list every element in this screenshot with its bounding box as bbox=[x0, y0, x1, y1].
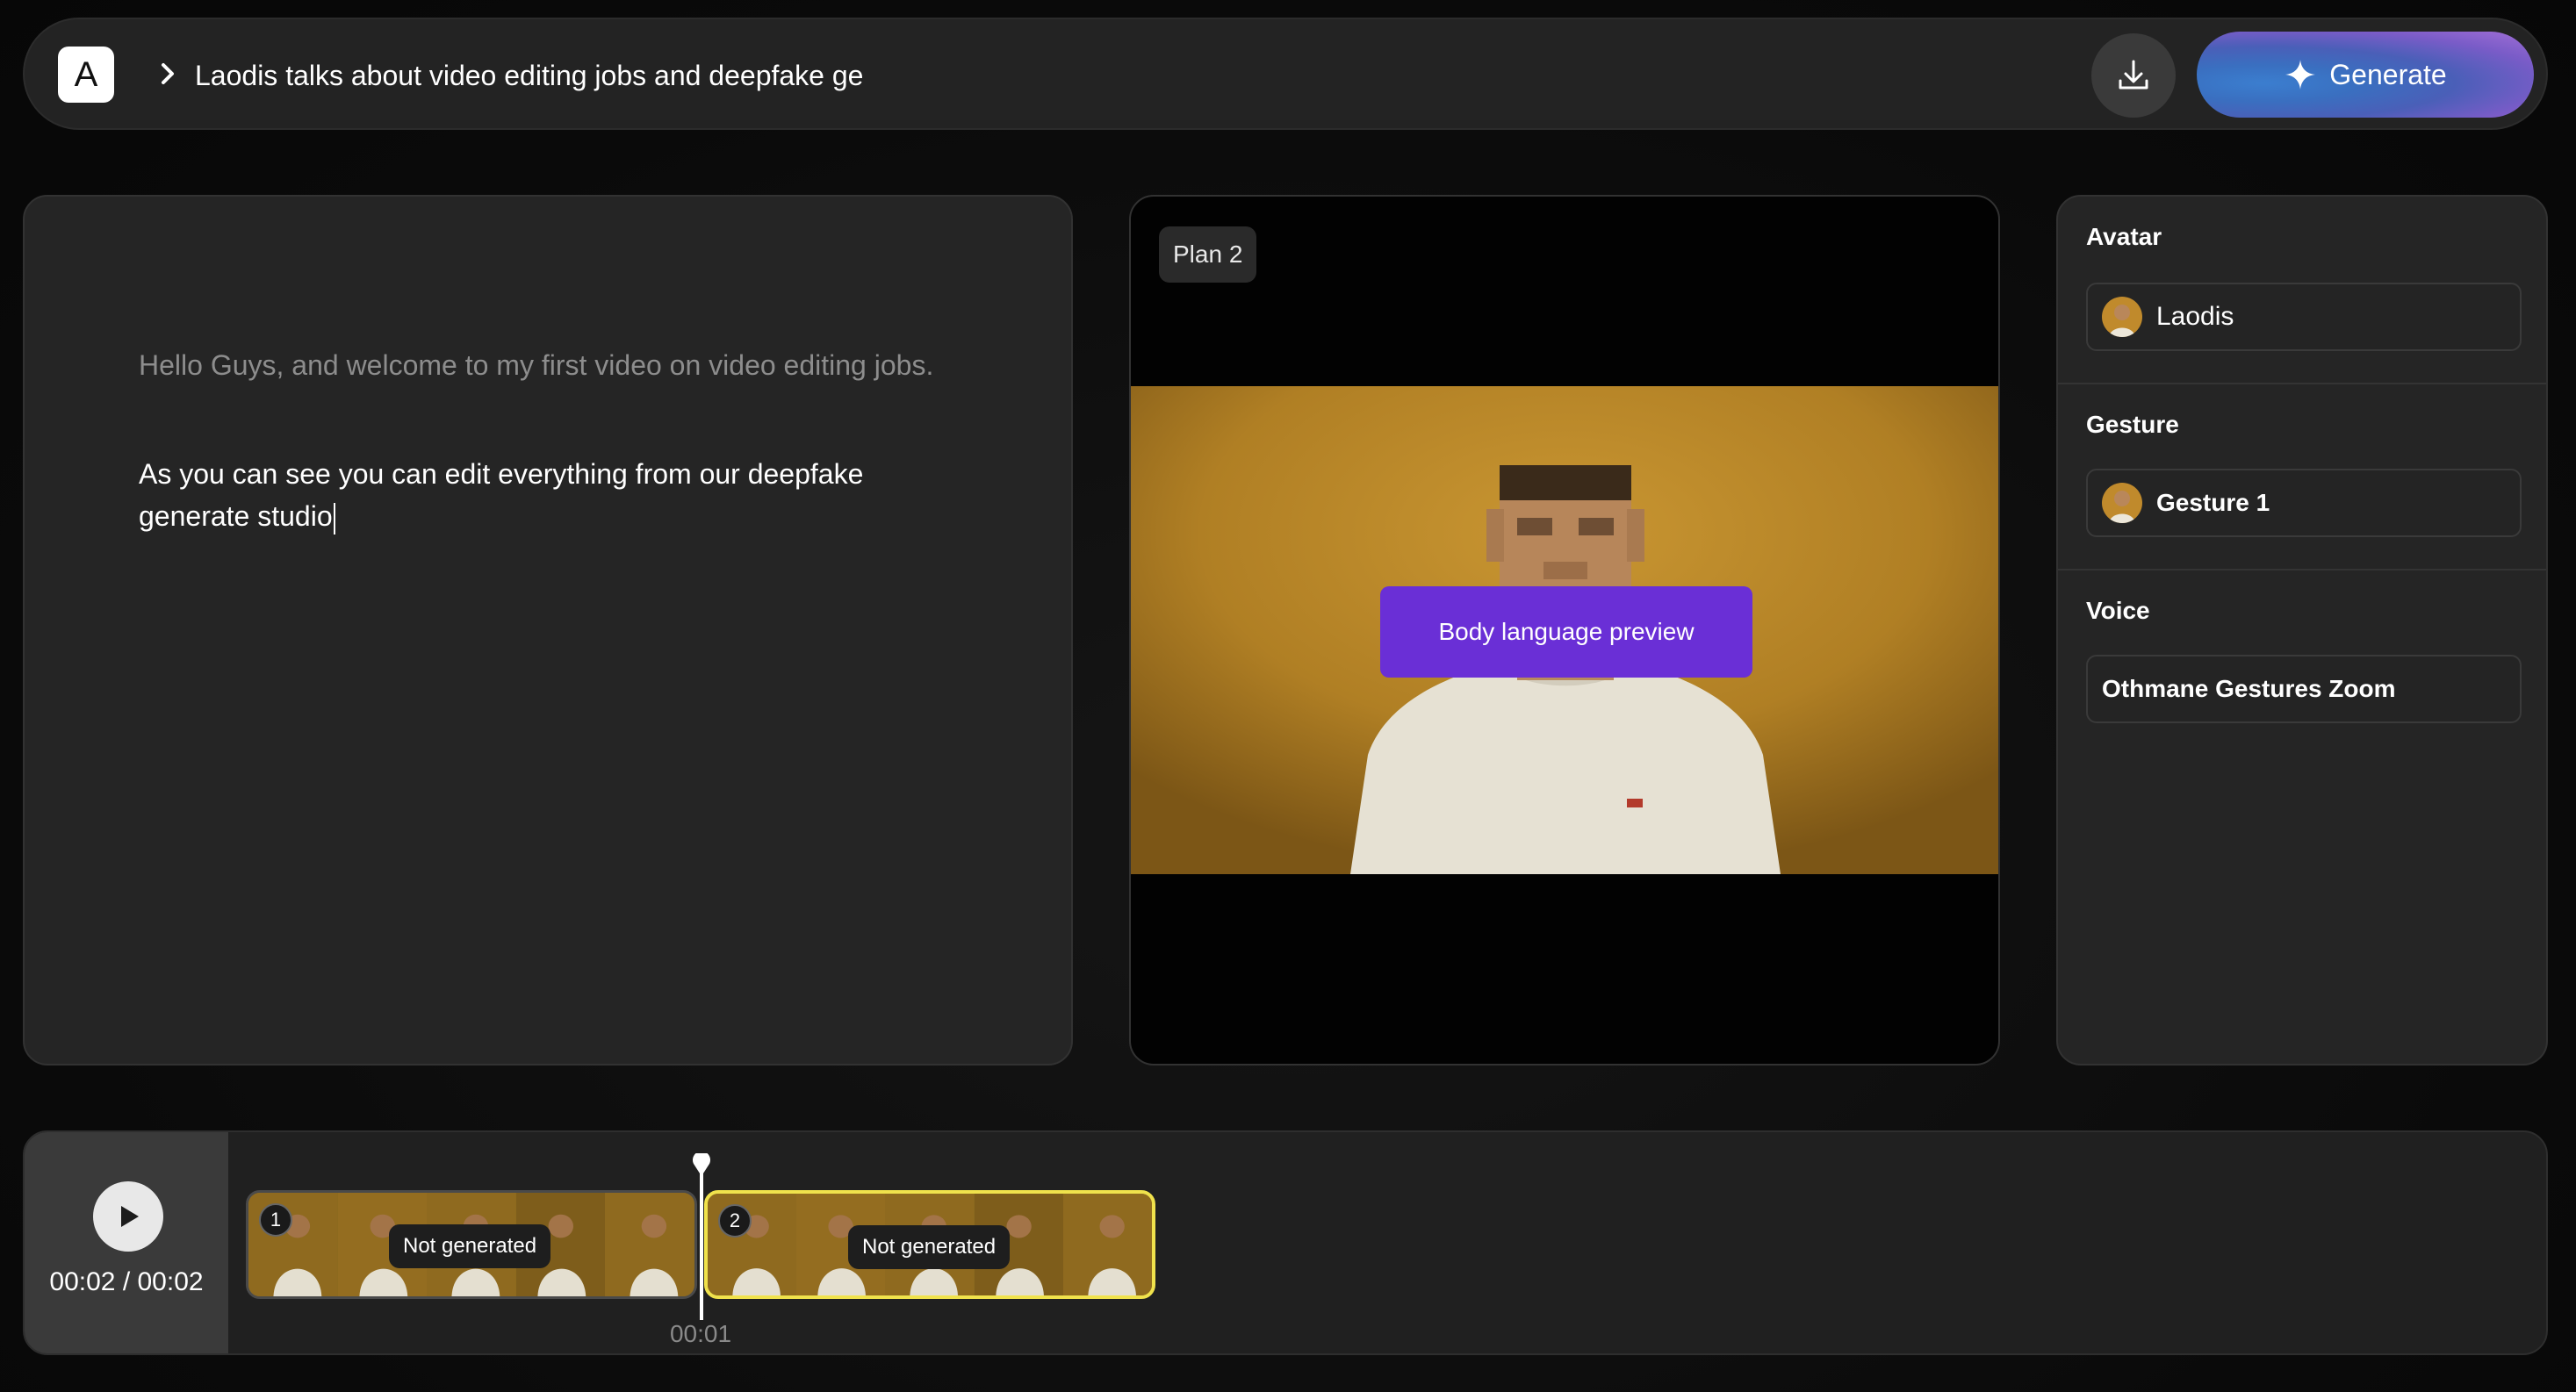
section-divider bbox=[2058, 569, 2546, 570]
player-controls: 00:02 / 00:02 bbox=[25, 1132, 228, 1353]
script-paragraph-2[interactable]: As you can see you can edit everything f… bbox=[139, 453, 929, 537]
clip-thumbnail bbox=[708, 1194, 797, 1295]
playhead-handle-icon[interactable] bbox=[692, 1153, 711, 1176]
download-button[interactable] bbox=[2091, 33, 2176, 118]
generate-label: Generate bbox=[2329, 58, 2447, 90]
gesture-thumbnail bbox=[2102, 483, 2142, 523]
studio-app: A Laodis talks about video editing jobs … bbox=[0, 0, 2576, 1392]
clip-thumbnail bbox=[1062, 1194, 1152, 1295]
body-language-preview-button[interactable]: Body language preview bbox=[1380, 586, 1752, 678]
voice-value: Othmane Gestures Zoom bbox=[2102, 675, 2396, 702]
gesture-select[interactable]: Gesture 1 bbox=[2086, 469, 2522, 537]
playhead-time: 00:01 bbox=[669, 1320, 732, 1347]
top-bar: A Laodis talks about video editing jobs … bbox=[23, 18, 2548, 130]
playhead[interactable] bbox=[700, 1155, 703, 1320]
text-cursor bbox=[333, 502, 335, 535]
gesture-value: Gesture 1 bbox=[2156, 489, 2270, 516]
timeline-clip-2[interactable]: 2 Not generated bbox=[704, 1190, 1155, 1299]
sparkle-icon bbox=[2285, 60, 2316, 90]
clip-number-badge: 2 bbox=[718, 1204, 752, 1238]
timeline: 00:02 / 00:02 1 Not generated 2 Not gene… bbox=[23, 1130, 2548, 1355]
script-paragraph-2-text: As you can see you can edit everything f… bbox=[139, 458, 864, 532]
avatar-value: Laodis bbox=[2156, 302, 2234, 331]
voice-label: Voice bbox=[2086, 597, 2150, 624]
clip-status-badge: Not generated bbox=[848, 1225, 1011, 1269]
section-divider bbox=[2058, 383, 2546, 384]
gesture-label: Gesture bbox=[2086, 411, 2179, 438]
voice-select[interactable]: Othmane Gestures Zoom bbox=[2086, 655, 2522, 723]
play-button[interactable] bbox=[93, 1181, 163, 1252]
project-title[interactable]: Laodis talks about video editing jobs an… bbox=[195, 56, 889, 95]
clip-number-badge: 1 bbox=[259, 1203, 292, 1237]
timeline-clip-1[interactable]: 1 Not generated bbox=[246, 1190, 697, 1299]
script-editor[interactable]: Hello Guys, and welcome to my first vide… bbox=[23, 195, 1073, 1066]
chevron-right-icon bbox=[162, 63, 174, 84]
generate-button[interactable]: Generate bbox=[2197, 32, 2534, 118]
script-paragraph-1[interactable]: Hello Guys, and welcome to my first vide… bbox=[139, 344, 982, 386]
video-frame: Body language preview bbox=[1131, 386, 1998, 874]
play-icon bbox=[121, 1206, 139, 1227]
avatar-label: Avatar bbox=[2086, 223, 2162, 250]
clip-status-badge: Not generated bbox=[389, 1224, 551, 1268]
avatar-select[interactable]: Laodis bbox=[2086, 283, 2522, 351]
avatar-thumbnail bbox=[2102, 297, 2142, 337]
download-icon bbox=[2119, 60, 2148, 90]
clip-thumbnail bbox=[248, 1193, 338, 1296]
properties-panel: Avatar Laodis Gesture Gesture 1 Voice Ot… bbox=[2056, 195, 2548, 1066]
video-preview: Plan 2 Body language preview bbox=[1129, 195, 2000, 1066]
clip-thumbnail bbox=[605, 1193, 694, 1296]
time-display: 00:02 / 00:02 bbox=[49, 1267, 204, 1296]
plan-badge: Plan 2 bbox=[1159, 226, 1257, 283]
app-logo[interactable]: A bbox=[58, 47, 114, 103]
